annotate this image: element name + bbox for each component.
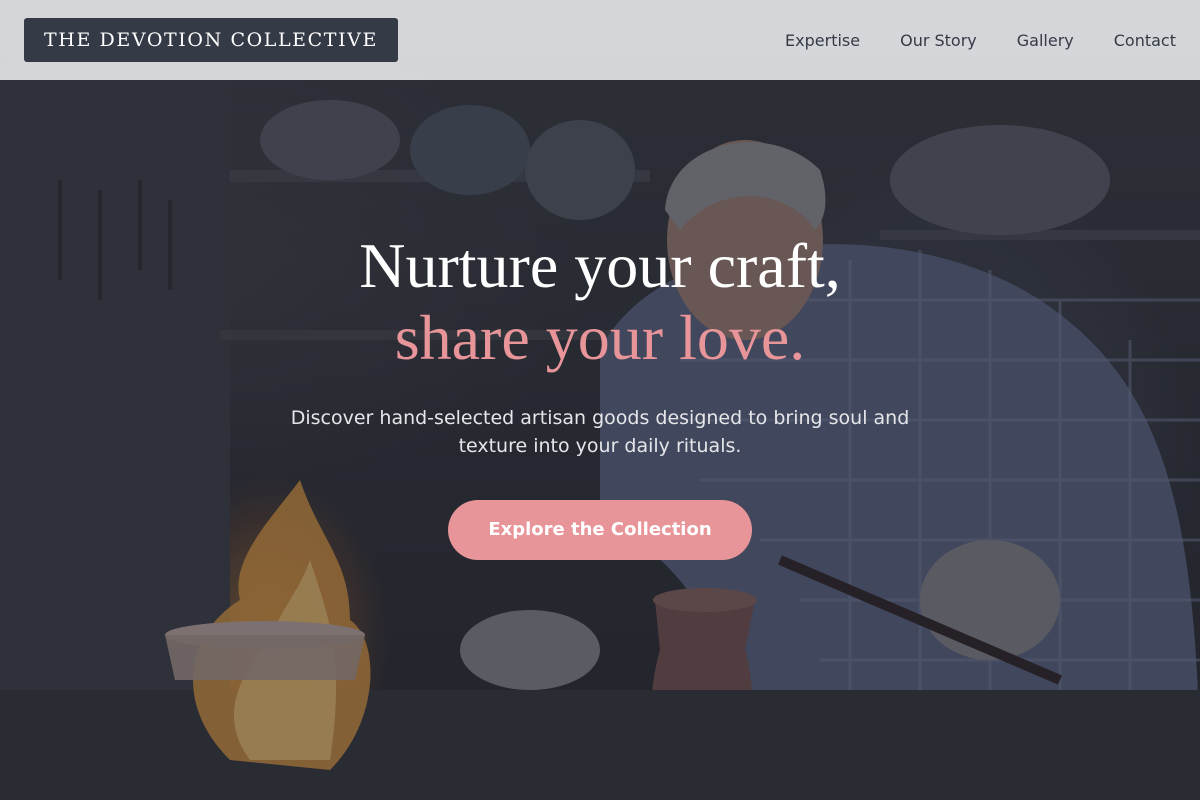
site-header: THE DEVOTION COLLECTIVE Expertise Our St… [0, 0, 1200, 80]
explore-collection-button[interactable]: Explore the Collection [448, 500, 752, 560]
nav-link-contact[interactable]: Contact [1114, 31, 1176, 50]
hero-content: Nurture your craft, share your love. Dis… [0, 230, 1200, 560]
nav-link-our-story[interactable]: Our Story [900, 31, 977, 50]
main-nav: Expertise Our Story Gallery Contact [745, 31, 1176, 50]
hero-subtitle: Discover hand-selected artisan goods des… [290, 407, 910, 457]
brand-logo[interactable]: THE DEVOTION COLLECTIVE [24, 18, 398, 62]
nav-link-expertise[interactable]: Expertise [785, 31, 860, 50]
headline-line-2: share your love. [394, 302, 806, 373]
headline-line-1: Nurture your craft, [359, 230, 841, 301]
nav-link-gallery[interactable]: Gallery [1017, 31, 1074, 50]
hero-headline: Nurture your craft, share your love. [0, 230, 1200, 374]
